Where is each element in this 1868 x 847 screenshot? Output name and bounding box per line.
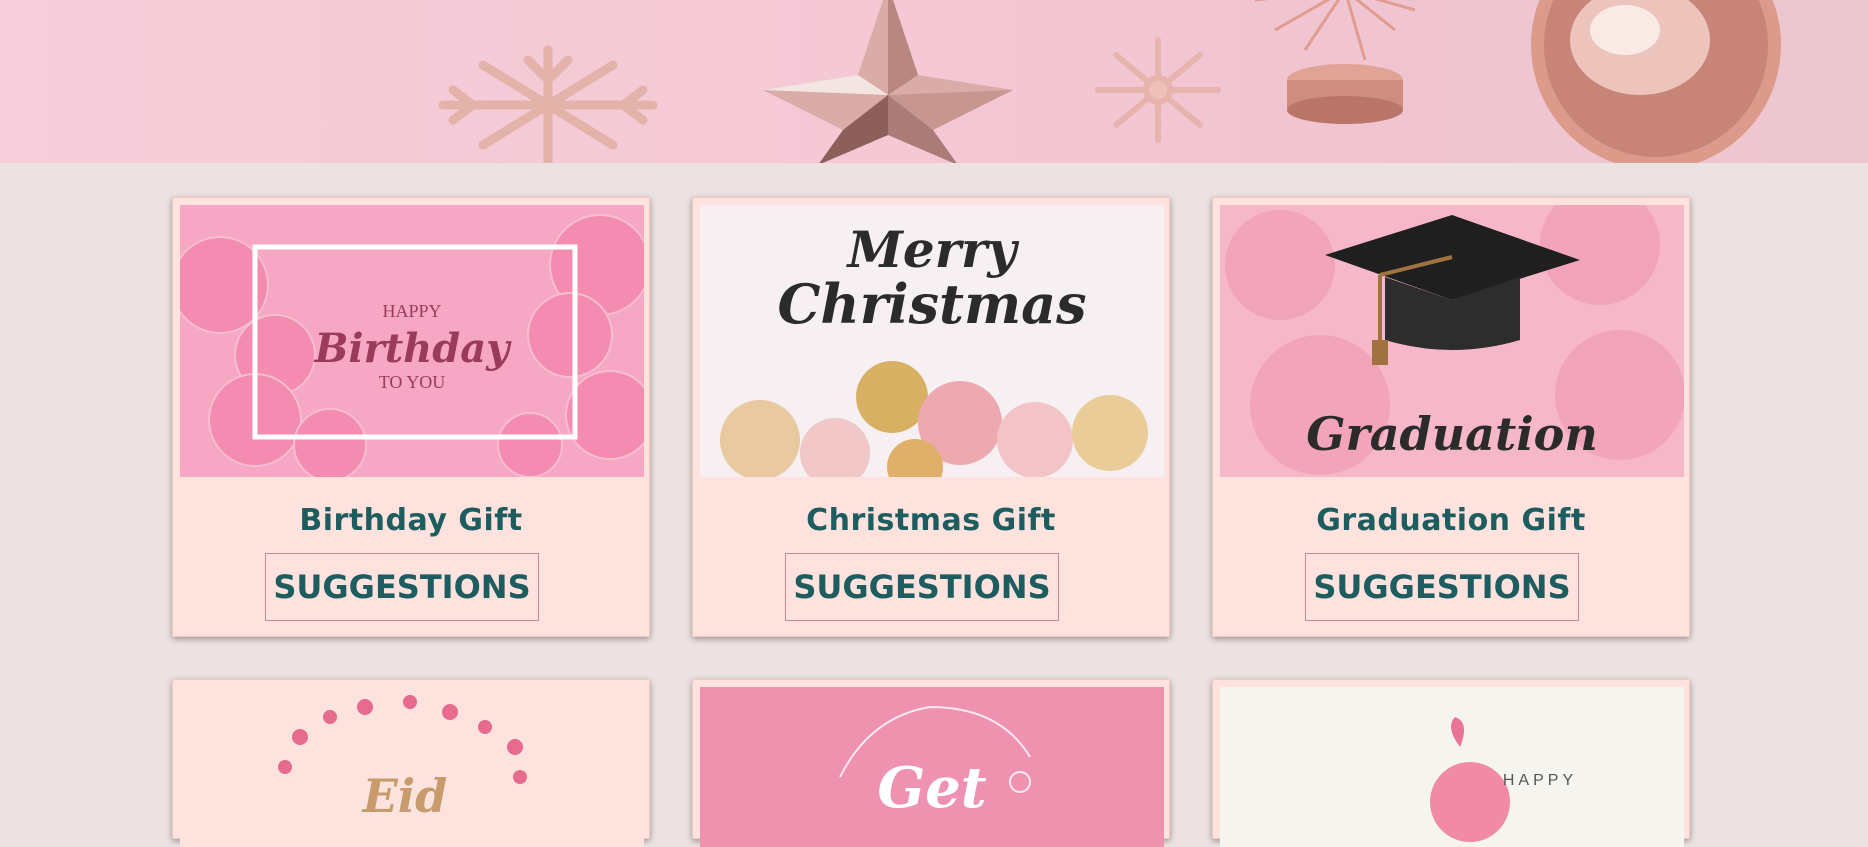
snowflake-icon [438,45,658,163]
gift-card-get-well: Get [692,679,1170,847]
star-icon [763,0,1013,163]
gift-card-anniversary: HAPPY [1212,679,1690,847]
birthday-toyou-text: TO YOU [379,372,446,392]
anniversary-card-image: HAPPY [1220,687,1684,847]
suggestions-button-graduation[interactable]: SUGGESTIONS [1305,553,1579,621]
eid-word-text: Eid [361,769,448,823]
gift-card-eid: Eid [172,679,650,847]
tree-icon [1255,0,1416,124]
gift-card-graduation: Graduation Graduation Gift SUGGESTIONS [1212,197,1690,637]
get-well-card-image: Get [700,687,1164,847]
gift-card-christmas: Merry Christmas Christmas Gift SUGGESTIO… [692,197,1170,637]
card-title: Graduation Gift [1316,503,1586,538]
christmas-card-image: Merry Christmas [700,205,1164,477]
get-word-text: Get [877,755,986,821]
graduation-card-image: Graduation [1220,205,1684,477]
eid-card-image: Eid [180,687,644,847]
birthday-card-image: HAPPY Birthday TO YOU [180,205,644,477]
gift-card-birthday: HAPPY Birthday TO YOU Birthday Gift SUGG… [172,197,650,637]
birthday-word-text: Birthday [314,325,513,372]
card-title: Christmas Gift [806,503,1056,538]
card-title: Birthday Gift [299,503,523,538]
birthday-happy-text: HAPPY [382,301,441,321]
snowflake-small-icon [1095,37,1221,143]
hero-banner [0,0,1868,163]
suggestions-button-christmas[interactable]: SUGGESTIONS [785,553,1059,621]
suggestions-button-birthday[interactable]: SUGGESTIONS [265,553,539,621]
anniversary-happy-text: HAPPY [1503,772,1577,789]
christmas-word-text: Christmas [777,272,1086,336]
ornament-icon [1531,0,1781,163]
graduation-word-text: Graduation [1306,407,1598,461]
christmas-merry-text: Merry [846,220,1020,279]
